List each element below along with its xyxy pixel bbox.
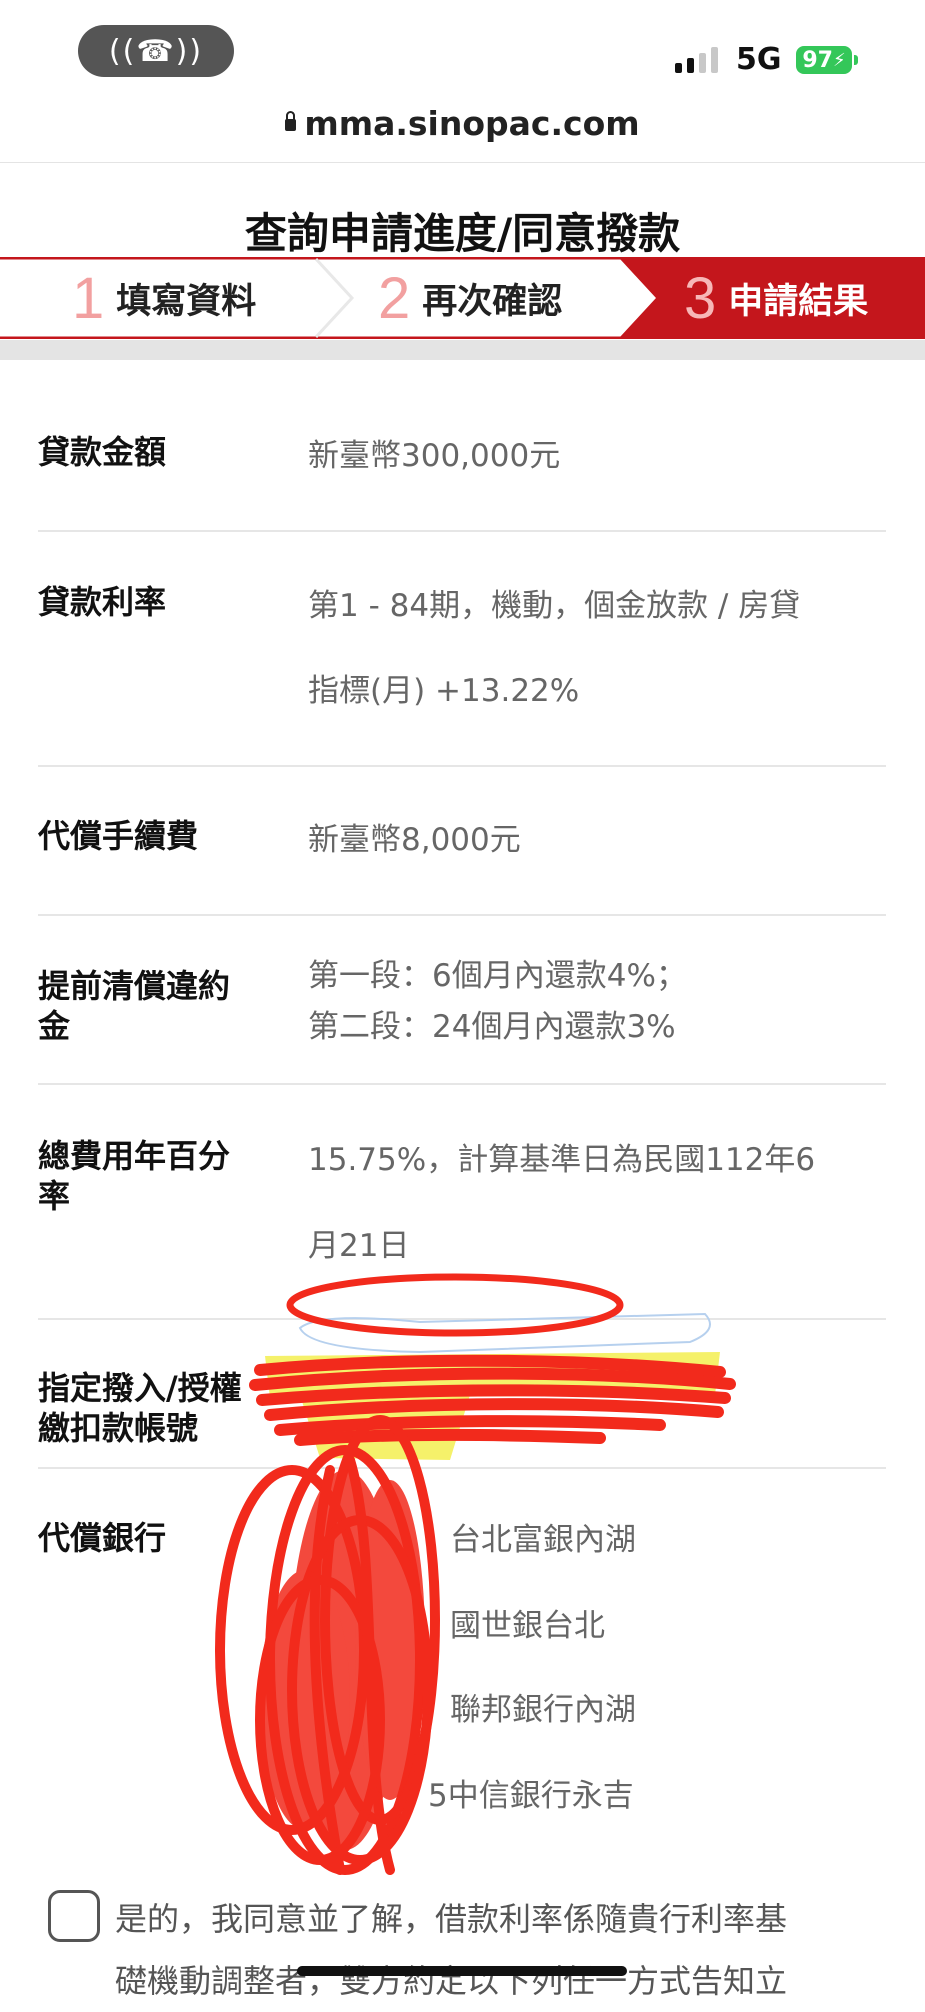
penalty-value-line1: 第一段：6個月內還款4%； [308,958,687,994]
row-divider [38,530,886,532]
bank-item: 國世銀台北 [450,1608,605,1644]
battery-icon: 97 ⚡ [796,46,852,74]
step-1-label: 填寫資料 [116,281,257,322]
apr-label-line2: 率 [38,1177,71,1215]
page-title: 查詢申請進度/同意撥款 [244,209,681,258]
fee-label: 代償手續費 [38,817,199,855]
interest-rate-value-line2: 指標(月) +13.22% [308,673,580,709]
lock-icon [285,111,297,131]
account-label-line1: 指定撥入/授權 [38,1369,242,1407]
account-label-line2: 繳扣款帳號 [38,1409,199,1447]
consent-text[interactable]: 是的，我同意並了解，借款利率係隨貴行利率基 礎機動調整者，雙方約定以下列任一方式… [115,1888,905,2012]
step-2: 2 再次確認 [378,257,562,339]
consent-line1: 是的，我同意並了解，借款利率係隨貴行利率基 [115,1900,788,1938]
penalty-label-line2: 金 [38,1007,71,1045]
consent-line2: 礎機動調整者，雙方約定以下列任一方式告知立 [115,1962,788,2000]
consent-checkbox[interactable] [48,1890,100,1942]
row-divider [38,765,886,767]
apr-value-line1: 15.75%，計算基準日為民國112年6 [308,1142,816,1178]
step-2-number: 2 [378,265,411,331]
network-type: 5G [736,42,782,77]
url-text: mma.sinopac.com [304,104,640,143]
signal-icon [675,47,718,73]
loan-amount-label: 貸款金額 [38,433,167,471]
penalty-value-line2: 第二段：24個月內還款3% [308,1009,676,1045]
banks-label: 代償銀行 [38,1519,167,1557]
home-indicator[interactable] [297,1966,627,1976]
battery-level: 97 [802,47,833,73]
bank-item: 聯邦銀行內湖 [450,1692,636,1728]
apr-label-line1: 總費用年百分 [38,1137,231,1175]
step-progress: 1 填寫資料 2 再次確認 3 申請結果 [0,257,925,339]
row-divider [38,914,886,916]
step-2-label: 再次確認 [422,281,563,322]
penalty-label-line1: 提前清償違約 [38,967,231,1005]
bank-item: 台北富銀內湖 [450,1522,636,1558]
step-3-label: 申請結果 [728,281,869,322]
toolbar-divider [0,162,925,163]
interest-rate-value-line1: 第1 - 84期，機動，個金放款 / 房貸 [308,588,801,624]
row-divider [38,1467,886,1469]
step-1-number: 1 [72,265,105,331]
step-3-number: 3 [684,265,717,331]
section-band [0,340,925,360]
address-bar[interactable]: mma.sinopac.com [0,104,925,143]
loan-amount-value: 新臺幣300,000元 [308,438,561,474]
interest-rate-label: 貸款利率 [38,583,167,621]
battery-tip [854,55,858,65]
call-indicator[interactable]: ((☎)) [78,25,234,77]
row-divider [38,1318,886,1320]
fee-value: 新臺幣8,000元 [308,822,521,858]
bank-item: 5中信銀行永吉 [428,1778,634,1814]
step-3-active: 3 申請結果 [684,257,868,339]
step-1: 1 填寫資料 [72,257,256,339]
row-divider [38,1083,886,1085]
apr-value-line2: 月21日 [308,1228,410,1264]
